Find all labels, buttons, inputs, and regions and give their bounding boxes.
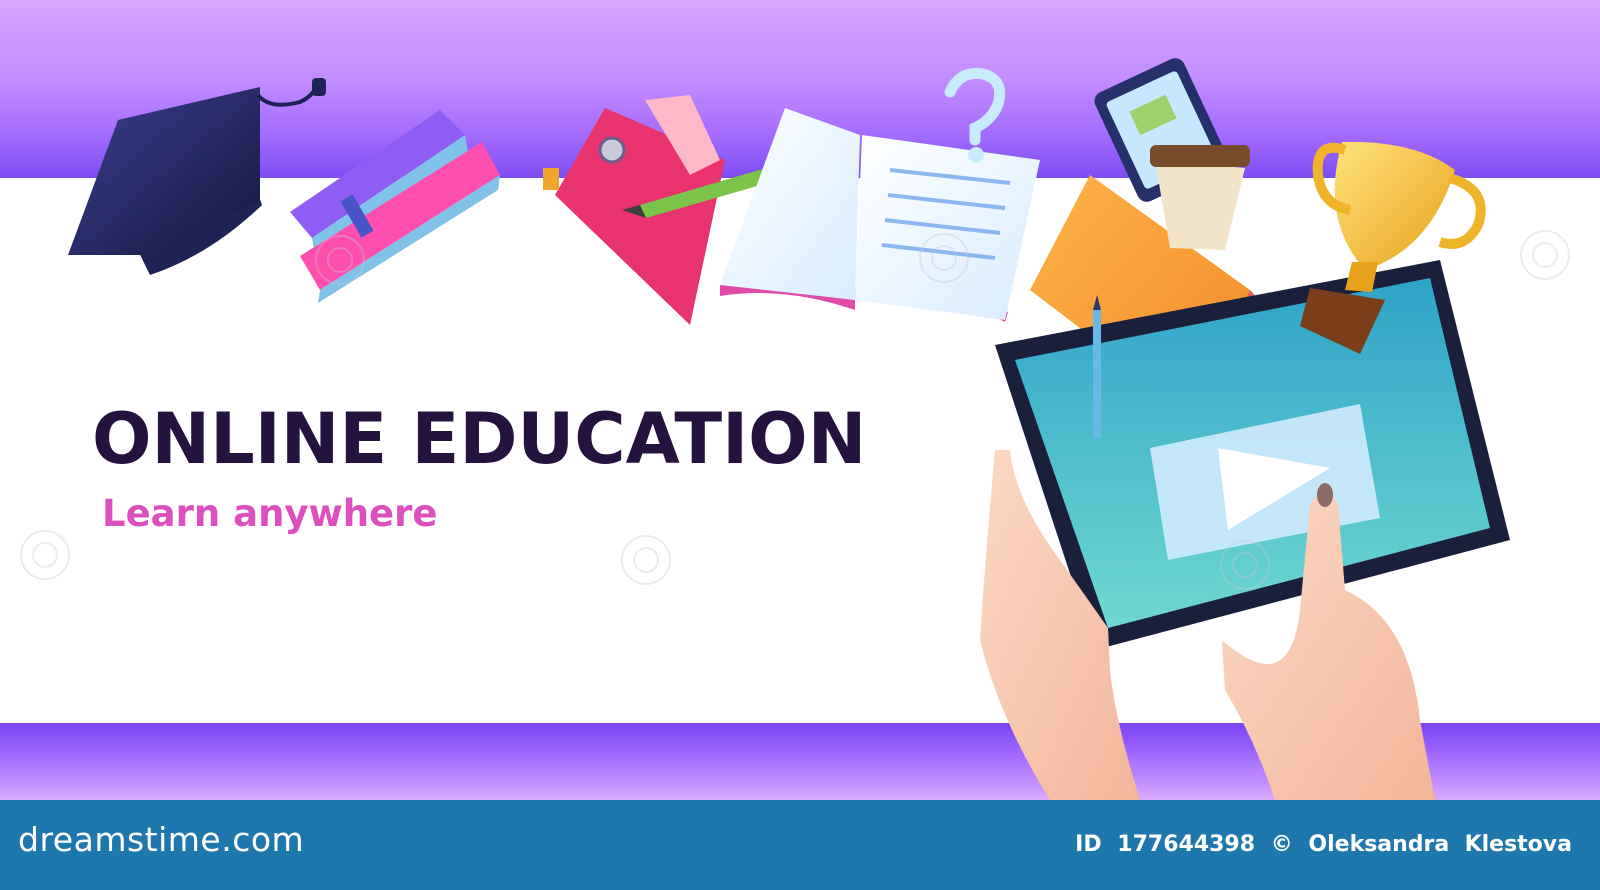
subheadline: Learn anywhere [102,492,438,535]
banner: ONLINE EDUCATION Learn anywhere [0,0,1600,800]
copyright-symbol: © [1270,832,1293,857]
id-number: 177644398 [1117,832,1256,857]
headline: ONLINE EDUCATION [92,398,867,480]
image-credit: ID 177644398 © Oleksandra Klestova [1067,832,1572,857]
open-book-icon [720,108,1040,322]
graduation-cap-icon [68,78,326,275]
id-label: ID [1075,832,1102,857]
author-name: Oleksandra Klestova [1308,832,1572,857]
footer-bar: dreamstime.com ID 177644398 © Oleksandra… [0,800,1600,890]
blue-pencil-icon [1093,295,1101,438]
dreamstime-logo[interactable]: dreamstime.com [18,820,304,859]
